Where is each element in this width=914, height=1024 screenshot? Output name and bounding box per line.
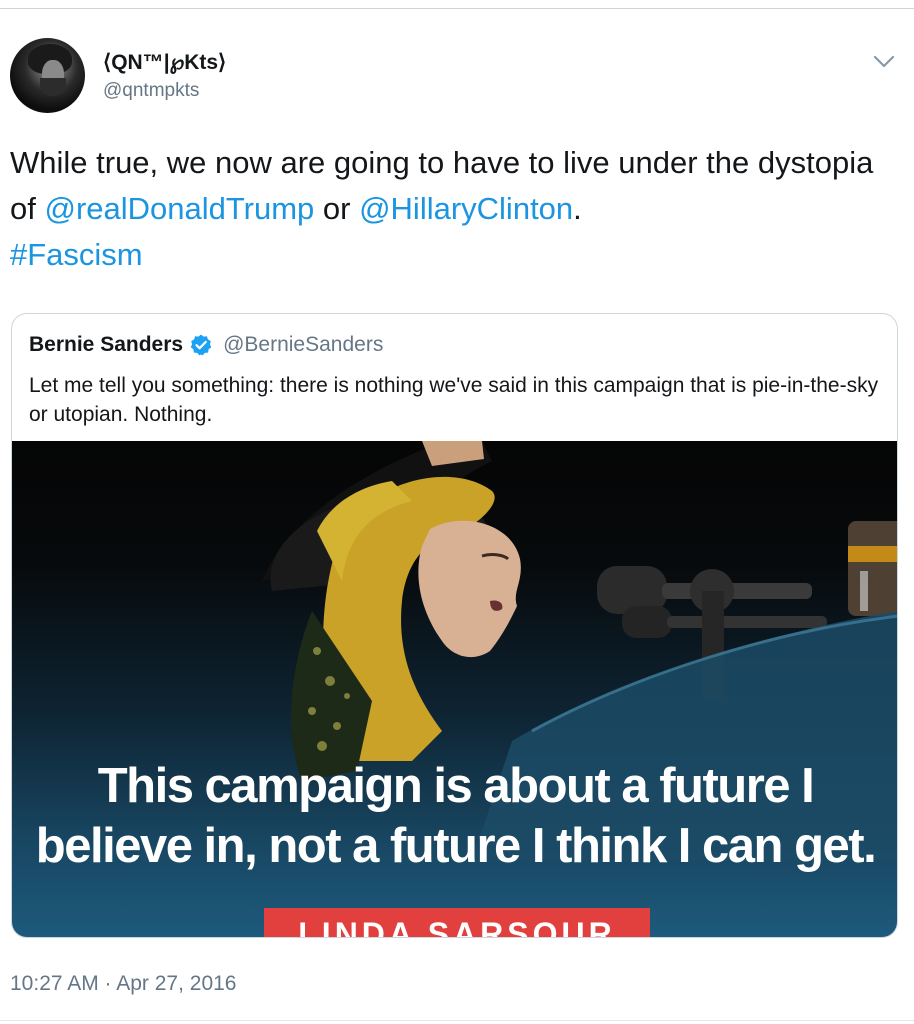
- author-handle[interactable]: @qntmpkts: [103, 80, 199, 102]
- quoted-tweet-card[interactable]: Bernie Sanders @BernieSanders Let me tel…: [11, 313, 898, 938]
- author-display-name[interactable]: ⟨QN™|℘Kts⟩: [103, 50, 226, 75]
- quoted-tweet-text: Let me tell you something: there is noth…: [29, 374, 879, 426]
- mention-link[interactable]: @realDonaldTrump: [44, 191, 314, 226]
- caption-line: This campaign is about a future I: [97, 759, 815, 813]
- tweet-text-part: or: [314, 191, 360, 226]
- media-caption: This campaign is about a future I believ…: [12, 756, 897, 876]
- speaker-name: LINDA SARSOUR: [298, 916, 616, 938]
- caption-line: believe in, not a future I think I can g…: [35, 819, 877, 873]
- tweet-timestamp[interactable]: 10:27 AM · Apr 27, 2016: [10, 972, 237, 996]
- chevron-down-icon[interactable]: [872, 50, 896, 74]
- top-divider: [0, 8, 914, 9]
- quoted-author-handle[interactable]: @BernieSanders: [223, 333, 383, 357]
- verified-badge-icon: [190, 334, 212, 356]
- tweet-text: While true, we now are going to have to …: [10, 140, 900, 278]
- mention-link[interactable]: @HillaryClinton: [359, 191, 573, 226]
- speaker-name-tag: LINDA SARSOUR: [264, 908, 650, 938]
- tweet-text-part: .: [573, 191, 582, 226]
- quoted-tweet-header: Bernie Sanders @BernieSanders: [29, 333, 383, 357]
- author-avatar[interactable]: [10, 38, 85, 113]
- quoted-tweet-media[interactable]: This campaign is about a future I believ…: [12, 441, 897, 938]
- quoted-author-name[interactable]: Bernie Sanders: [29, 333, 183, 357]
- bottom-divider: [0, 1020, 914, 1021]
- hashtag-link[interactable]: #Fascism: [10, 237, 143, 272]
